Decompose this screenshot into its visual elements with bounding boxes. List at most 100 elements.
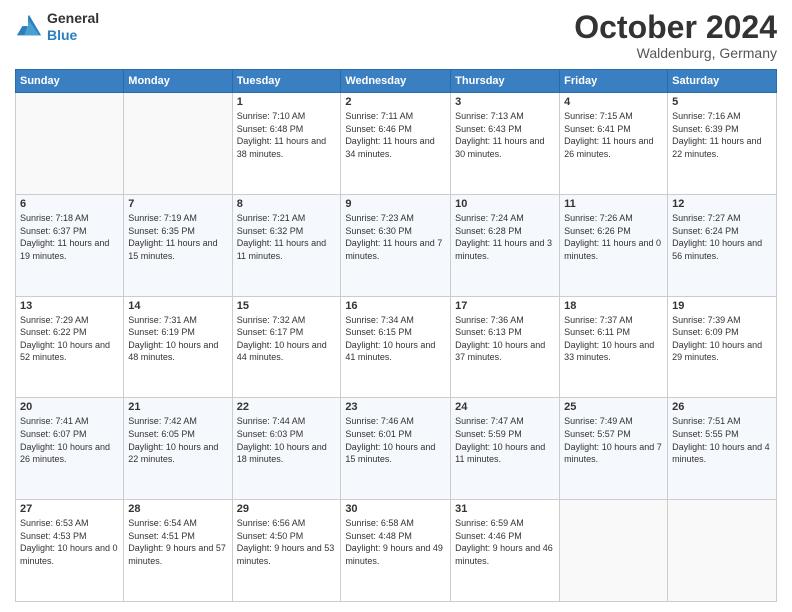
day-info: Sunrise: 7:11 AMSunset: 6:46 PMDaylight:… [345,110,446,160]
logo-general: General [47,10,99,26]
calendar-cell: 1Sunrise: 7:10 AMSunset: 6:48 PMDaylight… [232,93,341,195]
day-number: 25 [564,401,663,413]
day-info: Sunrise: 7:39 AMSunset: 6:09 PMDaylight:… [672,314,772,364]
day-number: 6 [20,198,119,210]
calendar-cell: 2Sunrise: 7:11 AMSunset: 6:46 PMDaylight… [341,93,451,195]
day-info: Sunrise: 7:15 AMSunset: 6:41 PMDaylight:… [564,110,663,160]
calendar-cell: 29Sunrise: 6:56 AMSunset: 4:50 PMDayligh… [232,500,341,602]
calendar-cell: 13 Sunrise: 7:29 AMSunset: 6:22 PMDayligh… [16,296,124,398]
day-number: 20 [20,401,119,413]
calendar-cell: 14Sunrise: 7:31 AMSunset: 6:19 PMDayligh… [124,296,232,398]
day-number: 15 [237,300,337,312]
logo-icon [15,13,43,41]
weekday-header: Sunday [16,70,124,93]
calendar-cell [668,500,777,602]
calendar-cell: 18 Sunrise: 7:37 AMSunset: 6:11 PMDayligh… [560,296,668,398]
day-info: Sunrise: 7:46 AMSunset: 6:01 PMDaylight:… [345,415,446,465]
calendar-cell: 16 Sunrise: 7:34 AMSunset: 6:15 PMDayligh… [341,296,451,398]
day-number: 10 [455,198,555,210]
day-number: 1 [237,96,337,108]
day-info: Sunrise: 6:56 AMSunset: 4:50 PMDaylight:… [237,517,337,567]
weekday-header: Monday [124,70,232,93]
day-info: Sunrise: 7:36 AMSunset: 6:13 PMDaylight:… [455,314,555,364]
day-number: 22 [237,401,337,413]
logo: General Blue [15,10,99,44]
calendar: SundayMondayTuesdayWednesdayThursdayFrid… [15,69,777,602]
day-number: 31 [455,503,555,515]
day-info: Sunrise: 7:26 AMSunset: 6:26 PMDaylight:… [564,212,663,262]
day-info: Sunrise: 7:13 AMSunset: 6:43 PMDaylight:… [455,110,555,160]
calendar-week: 1Sunrise: 7:10 AMSunset: 6:48 PMDaylight… [16,93,777,195]
day-number: 11 [564,198,663,210]
day-info: Sunrise: 7:29 AMSunset: 6:22 PMDaylight:… [20,314,119,364]
weekday-header: Wednesday [341,70,451,93]
location: Waldenburg, Germany [574,45,777,61]
calendar-cell [124,93,232,195]
calendar-cell: 21 Sunrise: 7:42 AMSunset: 6:05 PMDayligh… [124,398,232,500]
calendar-body: 1Sunrise: 7:10 AMSunset: 6:48 PMDaylight… [16,93,777,602]
calendar-header: SundayMondayTuesdayWednesdayThursdayFrid… [16,70,777,93]
weekday-header: Saturday [668,70,777,93]
day-number: 27 [20,503,119,515]
day-number: 9 [345,198,446,210]
day-info: Sunrise: 7:32 AMSunset: 6:17 PMDaylight:… [237,314,337,364]
calendar-cell: 4Sunrise: 7:15 AMSunset: 6:41 PMDaylight… [560,93,668,195]
calendar-cell: 9 Sunrise: 7:23 AMSunset: 6:30 PMDaylight… [341,194,451,296]
calendar-cell: 22 Sunrise: 7:44 AMSunset: 6:03 PMDayligh… [232,398,341,500]
day-number: 18 [564,300,663,312]
day-info: Sunrise: 7:16 AMSunset: 6:39 PMDaylight:… [672,110,772,160]
weekday-header: Tuesday [232,70,341,93]
title-block: October 2024 Waldenburg, Germany [574,10,777,61]
day-number: 13 [20,300,119,312]
day-info: Sunrise: 7:37 AMSunset: 6:11 PMDaylight:… [564,314,663,364]
header: General Blue October 2024 Waldenburg, Ge… [15,10,777,61]
logo-text: General Blue [47,10,99,44]
calendar-cell: 25 Sunrise: 7:49 AMSunset: 5:57 PMDayligh… [560,398,668,500]
day-info: Sunrise: 6:58 AMSunset: 4:48 PMDaylight:… [345,517,446,567]
month-title: October 2024 [574,10,777,45]
day-number: 5 [672,96,772,108]
day-info: Sunrise: 7:18 AMSunset: 6:37 PMDaylight:… [20,212,119,262]
calendar-cell: 28Sunrise: 6:54 AMSunset: 4:51 PMDayligh… [124,500,232,602]
day-number: 8 [237,198,337,210]
day-number: 7 [128,198,227,210]
day-info: Sunrise: 7:31 AMSunset: 6:19 PMDaylight:… [128,314,227,364]
day-info: Sunrise: 7:42 AMSunset: 6:05 PMDaylight:… [128,415,227,465]
day-info: Sunrise: 7:24 AMSunset: 6:28 PMDaylight:… [455,212,555,262]
day-info: Sunrise: 7:49 AMSunset: 5:57 PMDaylight:… [564,415,663,465]
day-info: Sunrise: 7:21 AMSunset: 6:32 PMDaylight:… [237,212,337,262]
calendar-cell: 3Sunrise: 7:13 AMSunset: 6:43 PMDaylight… [451,93,560,195]
day-number: 16 [345,300,446,312]
day-number: 21 [128,401,227,413]
calendar-cell: 11 Sunrise: 7:26 AMSunset: 6:26 PMDayligh… [560,194,668,296]
calendar-cell: 15 Sunrise: 7:32 AMSunset: 6:17 PMDayligh… [232,296,341,398]
day-info: Sunrise: 7:51 AMSunset: 5:55 PMDaylight:… [672,415,772,465]
day-number: 24 [455,401,555,413]
calendar-cell: 27Sunrise: 6:53 AMSunset: 4:53 PMDayligh… [16,500,124,602]
calendar-cell: 23 Sunrise: 7:46 AMSunset: 6:01 PMDayligh… [341,398,451,500]
day-info: Sunrise: 7:27 AMSunset: 6:24 PMDaylight:… [672,212,772,262]
day-info: Sunrise: 7:23 AMSunset: 6:30 PMDaylight:… [345,212,446,262]
page: General Blue October 2024 Waldenburg, Ge… [0,0,792,612]
day-info: Sunrise: 7:44 AMSunset: 6:03 PMDaylight:… [237,415,337,465]
logo-blue: Blue [47,27,77,43]
calendar-cell: 24Sunrise: 7:47 AMSunset: 5:59 PMDayligh… [451,398,560,500]
calendar-cell [16,93,124,195]
calendar-cell: 17 Sunrise: 7:36 AMSunset: 6:13 PMDayligh… [451,296,560,398]
calendar-cell: 31Sunrise: 6:59 AMSunset: 4:46 PMDayligh… [451,500,560,602]
calendar-cell: 20Sunrise: 7:41 AMSunset: 6:07 PMDayligh… [16,398,124,500]
day-number: 12 [672,198,772,210]
calendar-cell: 12 Sunrise: 7:27 AMSunset: 6:24 PMDayligh… [668,194,777,296]
day-info: Sunrise: 7:34 AMSunset: 6:15 PMDaylight:… [345,314,446,364]
calendar-cell: 8 Sunrise: 7:21 AMSunset: 6:32 PMDaylight… [232,194,341,296]
calendar-cell: 7 Sunrise: 7:19 AMSunset: 6:35 PMDaylight… [124,194,232,296]
day-number: 30 [345,503,446,515]
calendar-week: 20Sunrise: 7:41 AMSunset: 6:07 PMDayligh… [16,398,777,500]
day-number: 28 [128,503,227,515]
day-number: 17 [455,300,555,312]
day-number: 23 [345,401,446,413]
day-info: Sunrise: 7:19 AMSunset: 6:35 PMDaylight:… [128,212,227,262]
calendar-week: 27Sunrise: 6:53 AMSunset: 4:53 PMDayligh… [16,500,777,602]
weekday-header: Thursday [451,70,560,93]
day-number: 19 [672,300,772,312]
